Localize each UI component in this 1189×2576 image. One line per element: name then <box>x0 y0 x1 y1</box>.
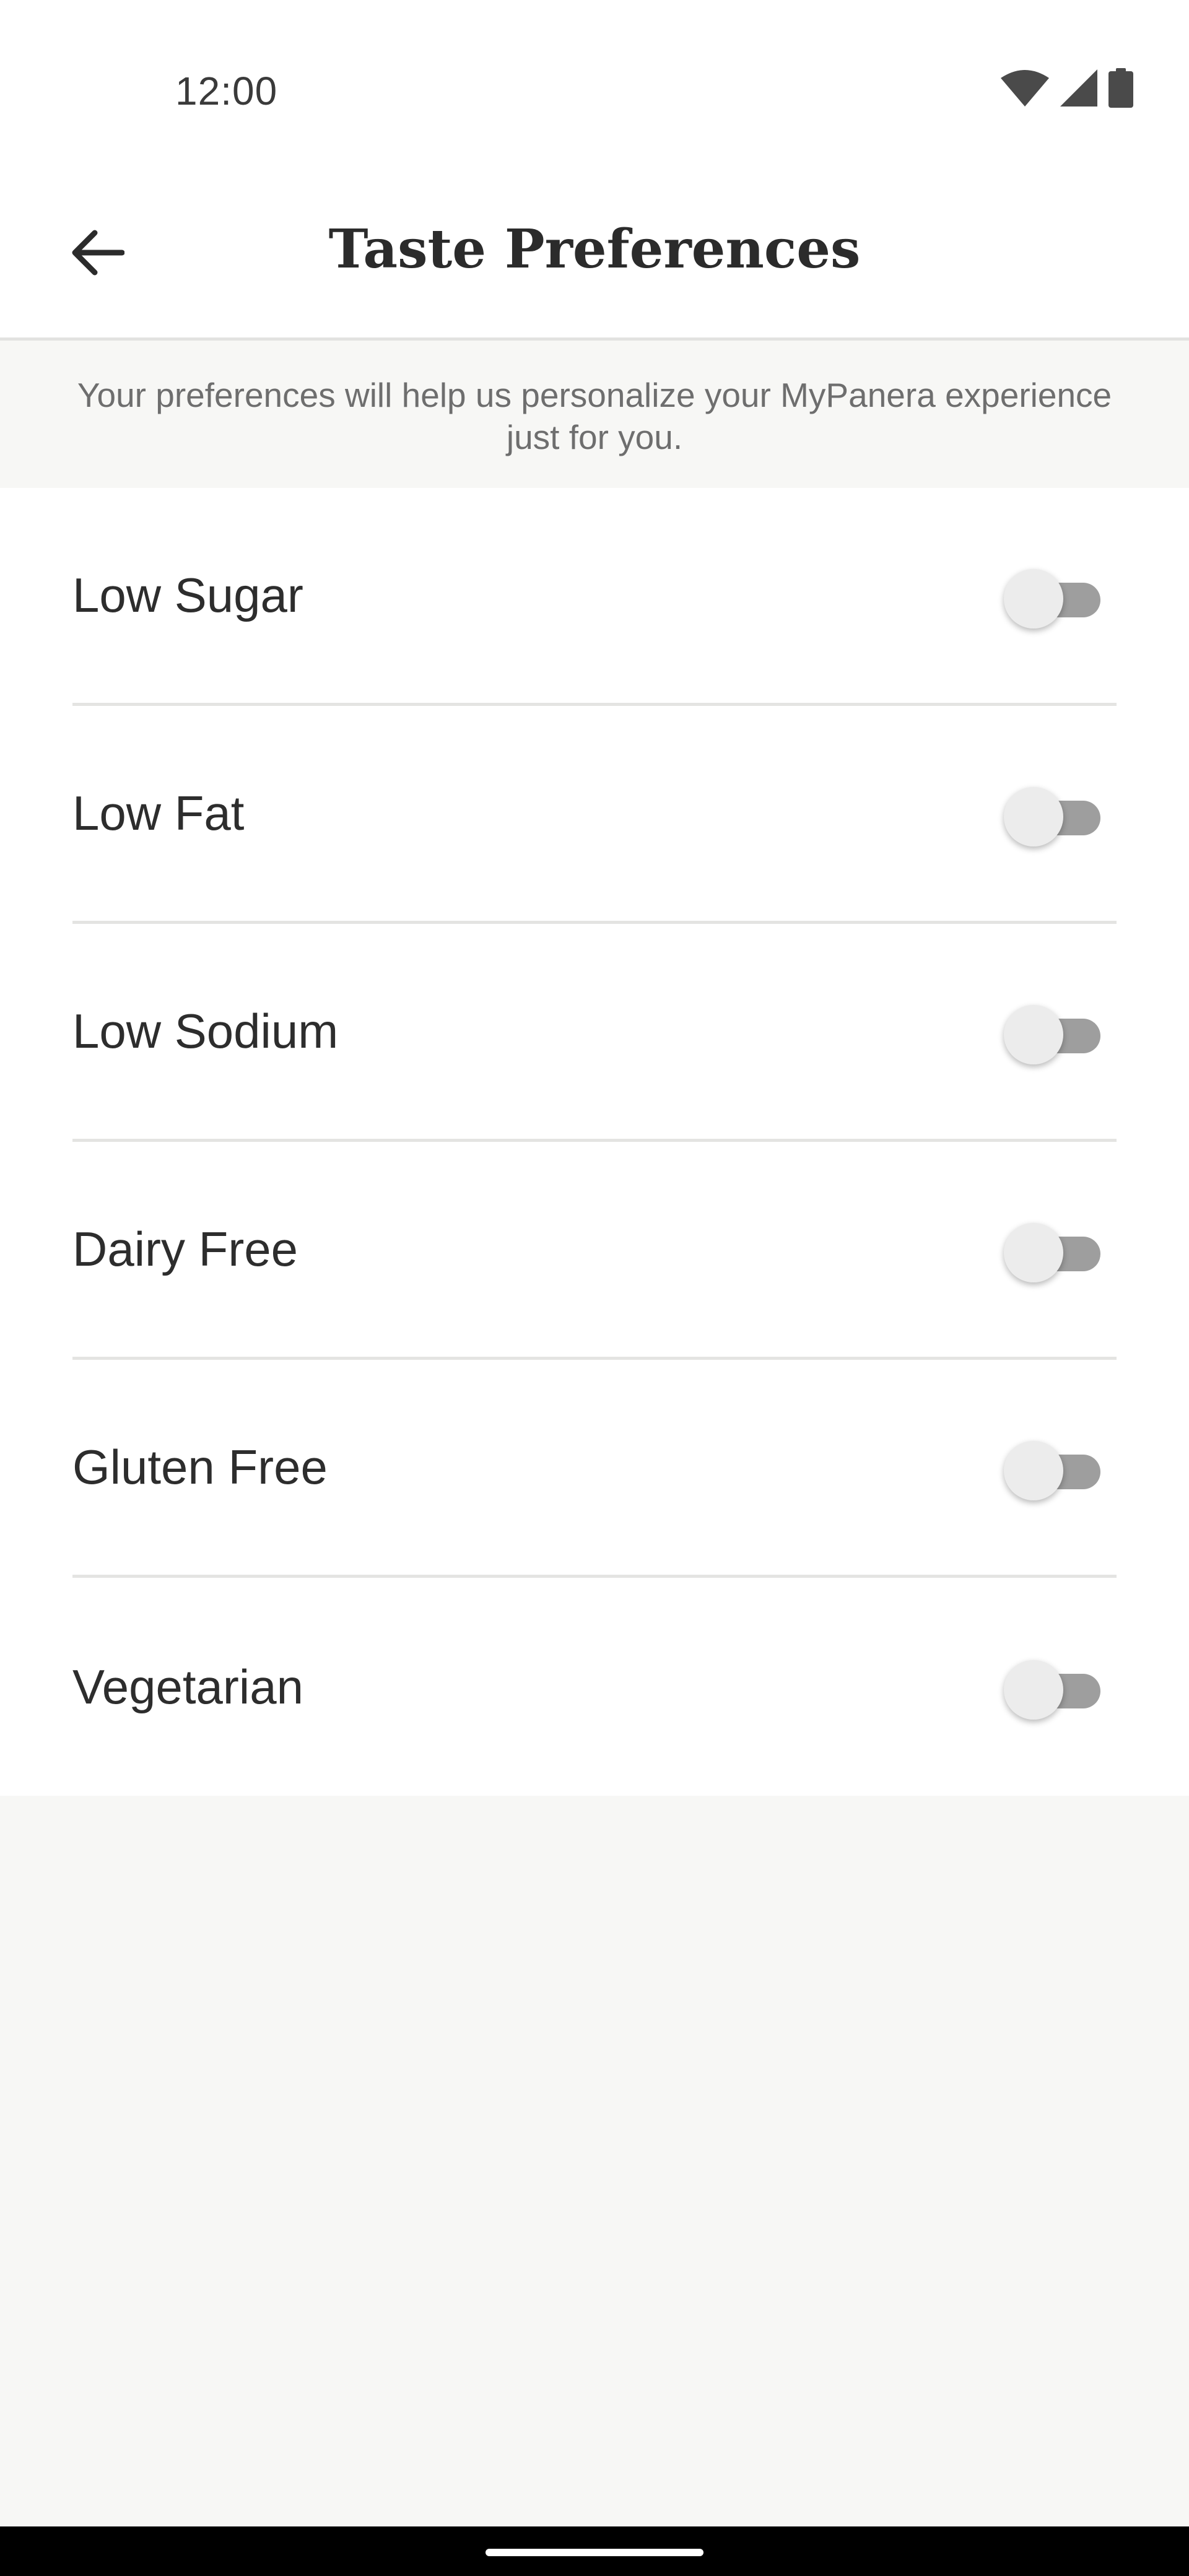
vegetarian-toggle[interactable] <box>1004 1653 1109 1721</box>
toggle-thumb <box>1004 1660 1063 1720</box>
battery-icon <box>1108 67 1133 111</box>
low-fat-toggle[interactable] <box>1004 780 1109 848</box>
preference-label: Gluten Free <box>72 1440 328 1494</box>
preferences-list: Low Sugar Low Fat Low Sodium Dairy Free <box>0 488 1189 1796</box>
preference-item-low-sugar[interactable]: Low Sugar <box>72 488 1117 706</box>
wifi-icon <box>1001 69 1049 110</box>
preference-item-dairy-free[interactable]: Dairy Free <box>72 1142 1117 1360</box>
preference-item-low-sodium[interactable]: Low Sodium <box>72 924 1117 1142</box>
preference-label: Dairy Free <box>72 1222 298 1276</box>
cellular-signal-icon <box>1060 69 1097 110</box>
status-time: 12:00 <box>175 69 278 113</box>
preference-label: Low Sodium <box>72 1004 339 1058</box>
preference-label: Low Fat <box>72 786 245 840</box>
gluten-free-toggle[interactable] <box>1004 1434 1109 1502</box>
preference-label: Low Sugar <box>72 568 303 622</box>
preference-label: Vegetarian <box>72 1659 303 1714</box>
toggle-thumb <box>1004 786 1063 846</box>
preference-item-low-fat[interactable]: Low Fat <box>72 706 1117 924</box>
low-sugar-toggle[interactable] <box>1004 562 1109 630</box>
toggle-thumb <box>1004 1440 1063 1500</box>
dairy-free-toggle[interactable] <box>1004 1216 1109 1284</box>
app-bar: Taste Preferences <box>0 180 1189 341</box>
description-text: Your preferences will help us personaliz… <box>77 375 1112 456</box>
preference-item-gluten-free[interactable]: Gluten Free <box>72 1360 1117 1578</box>
preference-item-vegetarian[interactable]: Vegetarian <box>72 1578 1117 1796</box>
description-banner: Your preferences will help us personaliz… <box>0 344 1189 488</box>
toggle-thumb <box>1004 568 1063 629</box>
status-bar: 12:00 <box>0 0 1189 180</box>
page-title: Taste Preferences <box>328 218 861 281</box>
home-indicator[interactable] <box>486 2549 703 2556</box>
toggle-thumb <box>1004 1222 1063 1282</box>
low-sodium-toggle[interactable] <box>1004 998 1109 1066</box>
system-navigation-bar <box>0 2526 1189 2576</box>
taste-preferences-screen: 12:00 Taste Preferences Your preferences… <box>0 0 1189 2576</box>
status-icons <box>1001 67 1133 111</box>
toggle-thumb <box>1004 1004 1063 1064</box>
